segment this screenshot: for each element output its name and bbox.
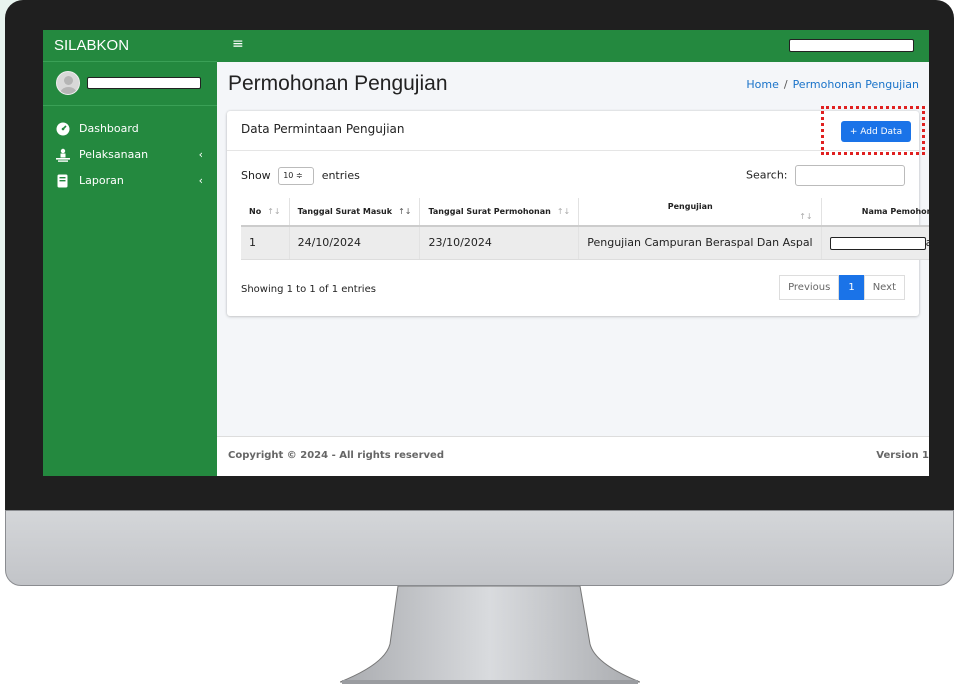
sidebar-menu: Dashboard Pelaksanaan ‹ Laporan ‹ [43, 116, 217, 194]
avatar[interactable] [56, 71, 80, 95]
highlight-annotation [821, 106, 925, 155]
column-label: No [249, 207, 262, 216]
redacted-username [87, 77, 201, 89]
data-card: Data Permintaan Pengujian + Add Data Sho… [227, 106, 929, 316]
entries-label: entries [321, 169, 360, 182]
search-label: Search: [746, 168, 788, 182]
pagination-page-1[interactable]: 1 [839, 275, 864, 300]
sidebar: SILABKON Dashboard Pelaksanaan ‹ Laporan… [43, 30, 217, 476]
sort-icon: ↑↓ [398, 207, 412, 216]
entries-select[interactable]: 10 ≑ [278, 167, 315, 185]
worker-icon [56, 148, 70, 162]
monitor-stand [340, 586, 640, 684]
applicant-name-tail: a [926, 236, 929, 249]
pagination-previous[interactable]: Previous [779, 275, 840, 300]
cell-tanggal-permohonan: 23/10/2024 [419, 226, 579, 260]
cell-nama-pemohon: a [820, 226, 929, 260]
table-row[interactable]: 1 24/10/2024 23/10/2024 Pengujian Campur… [241, 226, 929, 260]
column-label: Tanggal Surat Masuk [297, 207, 393, 216]
table-info: Showing 1 to 1 of 1 entries [241, 284, 376, 295]
sort-icon: ↑↓ [267, 207, 281, 216]
page-title: Permohonan Pengujian [228, 72, 448, 95]
cell-tanggal-masuk: 24/10/2024 [288, 226, 420, 260]
footer: Copyright © 2024 - All rights reserved V… [217, 436, 929, 476]
column-header-no[interactable]: No ↑↓ [241, 198, 290, 227]
sidebar-item-laporan[interactable]: Laporan ‹ [43, 168, 217, 194]
entries-length-control: Show 10 ≑ entries [241, 167, 360, 185]
breadcrumb-current[interactable]: Permohonan Pengujian [793, 78, 919, 91]
brand-logo-text[interactable]: SILABKON [43, 30, 217, 62]
show-label: Show [241, 169, 271, 182]
redacted-applicant-name [829, 236, 926, 250]
chevron-left-icon: ‹ [198, 174, 203, 187]
pagination-next[interactable]: Next [863, 275, 905, 300]
column-header-pengujian[interactable]: Pengujian ↑↓ [578, 198, 822, 227]
column-header-tanggal-masuk[interactable]: Tanggal Surat Masuk ↑↓ [288, 198, 420, 227]
redacted-user-menu[interactable] [789, 39, 914, 52]
monitor-chin [5, 510, 954, 586]
data-table: No ↑↓ Tanggal Surat Masuk ↑↓ Tanggal Surat… [241, 198, 929, 260]
book-icon [57, 174, 68, 188]
hamburger-menu-icon[interactable]: ≡ [232, 36, 244, 52]
sidebar-item-pelaksanaan[interactable]: Pelaksanaan ‹ [43, 142, 217, 168]
column-label: Nama Pemohon [861, 207, 929, 216]
breadcrumb-separator: / [783, 78, 788, 91]
column-header-nama-pemohon[interactable]: Nama Pemohon [820, 198, 929, 227]
sidebar-item-dashboard[interactable]: Dashboard [43, 116, 217, 142]
app-screen: SILABKON Dashboard Pelaksanaan ‹ Laporan… [43, 30, 929, 476]
top-navbar: ≡ [217, 30, 929, 62]
column-label: Pengujian [667, 202, 713, 211]
search-control: Search: [746, 165, 905, 186]
sidebar-item-label: Pelaksanaan [79, 148, 149, 161]
select-arrows-icon: ≑ [295, 171, 303, 180]
column-header-tanggal-permohonan[interactable]: Tanggal Surat Permohonan ↑↓ [419, 198, 579, 227]
card-header: Data Permintaan Pengujian + Add Data [227, 106, 925, 155]
main-content: Permohonan Pengujian Home / Permohonan Pen… [217, 62, 929, 434]
sidebar-item-label: Dashboard [79, 122, 139, 135]
column-label: Tanggal Surat Permohonan [428, 207, 551, 216]
copyright-text: Copyright © 2024 - All rights reserved [228, 450, 444, 461]
entries-select-value: 10 [283, 171, 294, 180]
tachometer-icon [56, 122, 70, 136]
sort-icon: ↑↓ [799, 212, 813, 221]
user-panel [43, 62, 217, 106]
search-input[interactable] [795, 165, 905, 186]
breadcrumb: Home / Permohonan Pengujian [746, 78, 919, 91]
breadcrumb-home-link[interactable]: Home [746, 78, 778, 91]
table-header-row: No ↑↓ Tanggal Surat Masuk ↑↓ Tanggal Surat… [241, 198, 929, 227]
card-title: Data Permintaan Pengujian [241, 122, 405, 136]
sidebar-item-label: Laporan [79, 174, 124, 187]
cell-pengujian: Pengujian Campuran Beraspal Dan Aspal [578, 226, 822, 260]
pagination: Previous 1 Next [779, 275, 905, 300]
chevron-left-icon: ‹ [198, 148, 203, 161]
sort-icon: ↑↓ [556, 207, 571, 216]
version-text: Version 1 [876, 450, 929, 461]
cell-no: 1 [241, 226, 290, 260]
